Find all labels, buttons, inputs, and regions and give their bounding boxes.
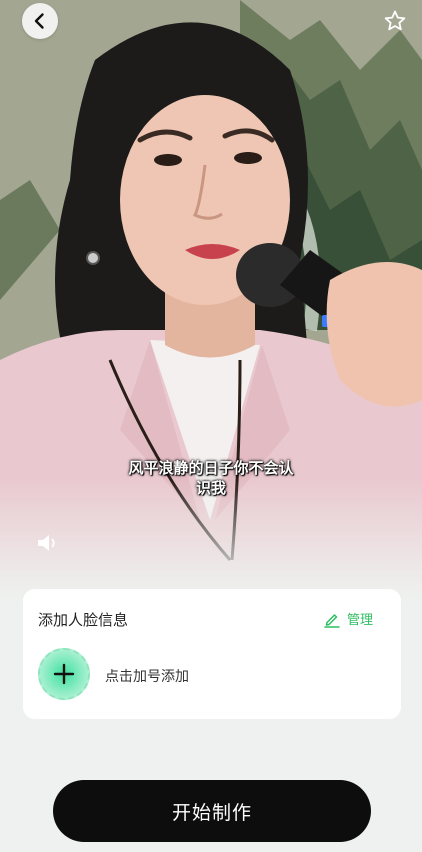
face-info-card: 添加人脸信息 管理 点击加号添加 [23, 589, 401, 719]
subtitle-line-2: 识我 [195, 479, 226, 497]
screen: 风平浪静的日子你不会认 识我 添加人脸信息 管理 点击加号添加 开始制作 [0, 0, 422, 852]
manage-label: 管理 [346, 613, 373, 628]
edit-pencil-icon [324, 613, 340, 628]
face-card-title: 添加人脸信息 [38, 611, 129, 629]
back-button[interactable] [22, 3, 58, 39]
sound-toggle-button[interactable] [36, 532, 62, 554]
speaker-icon [38, 535, 55, 551]
plus-icon [53, 663, 75, 685]
start-making-button[interactable]: 开始制作 [53, 780, 371, 842]
subtitle-line-1: 风平浪静的日子你不会认 [128, 459, 294, 477]
video-fade-overlay [0, 480, 422, 600]
video-preview[interactable]: 风平浪静的日子你不会认 识我 [0, 0, 422, 600]
add-face-button[interactable] [38, 648, 90, 700]
chevron-left-icon [34, 13, 44, 29]
manage-button[interactable]: 管理 [323, 609, 373, 628]
favorite-button[interactable] [382, 8, 408, 34]
video-subtitle: 风平浪静的日子你不会认 识我 [0, 458, 422, 498]
add-face-label: 点击加号添加 [105, 669, 189, 685]
star-outline-icon [384, 10, 406, 31]
